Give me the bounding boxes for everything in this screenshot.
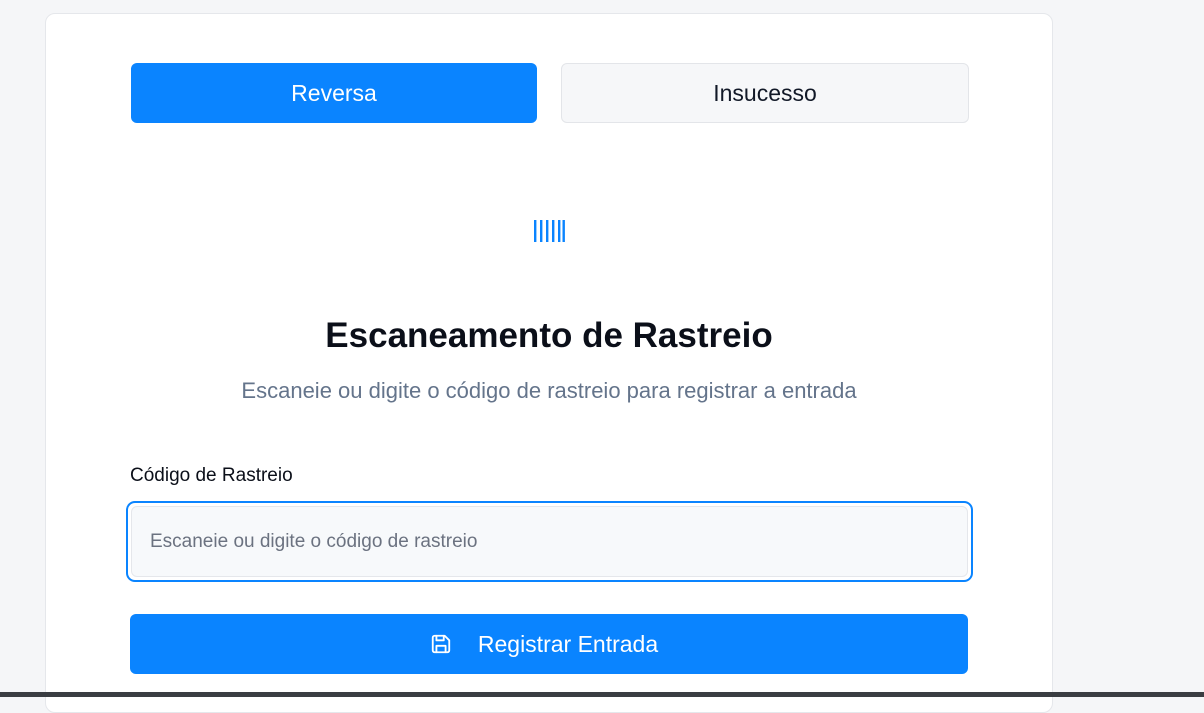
tracking-code-input[interactable]	[131, 506, 968, 577]
tab-reversa[interactable]: Reversa	[131, 63, 537, 123]
tracking-code-field-focus-ring	[126, 501, 973, 582]
tab-group: Reversa Insucesso	[131, 63, 969, 123]
scan-card: Reversa Insucesso Escaneamento de Rastre…	[45, 13, 1053, 713]
tracking-code-label: Código de Rastreio	[130, 465, 293, 486]
tab-insucesso[interactable]: Insucesso	[561, 63, 969, 123]
taskbar-edge	[0, 692, 1204, 697]
register-entry-label: Registrar Entrada	[477, 630, 659, 657]
tab-reversa-label: Reversa	[291, 79, 377, 106]
page-title: Escaneamento de Rastreio	[325, 316, 773, 355]
page-subtitle: Escaneie ou digite o código de rastreio …	[241, 378, 857, 403]
register-entry-button[interactable]: Registrar Entrada	[130, 614, 968, 674]
barcode-icon	[534, 220, 565, 242]
tab-insucesso-label: Insucesso	[713, 79, 817, 106]
save-icon	[431, 634, 451, 654]
